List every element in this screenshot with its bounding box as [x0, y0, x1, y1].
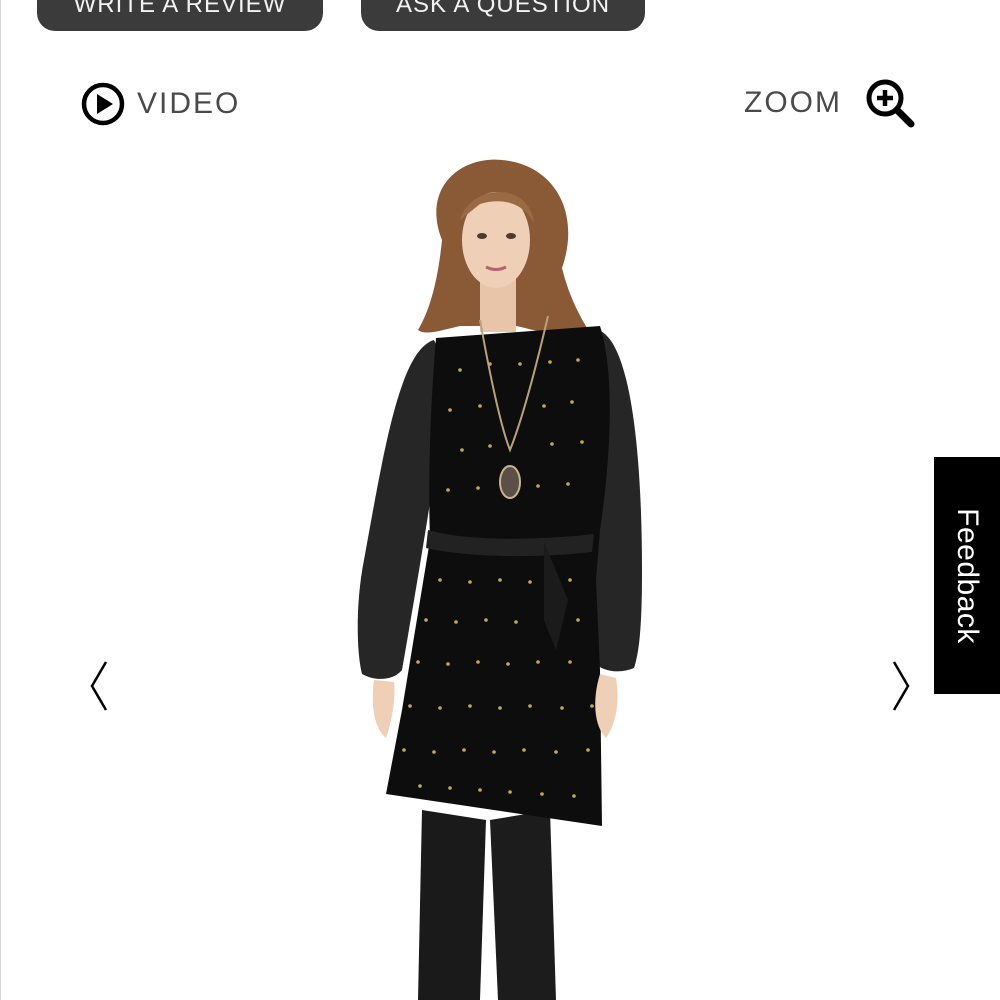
previous-image-button[interactable]	[86, 658, 112, 714]
zoom-in-icon	[864, 77, 916, 129]
chevron-right-icon	[888, 658, 914, 714]
ask-question-button[interactable]: ASK A QUESTION	[361, 0, 645, 31]
feedback-tab[interactable]: Feedback	[934, 457, 1000, 694]
video-button[interactable]: VIDEO	[81, 82, 240, 126]
zoom-label: ZOOM	[744, 86, 842, 119]
video-label: VIDEO	[137, 87, 241, 120]
ask-question-label: ASK A QUESTION	[395, 0, 611, 18]
chevron-left-icon	[86, 658, 112, 714]
product-page: WRITE A REVIEW ASK A QUESTION VIDEO ZOOM	[0, 0, 1000, 1000]
left-border	[0, 0, 1, 1000]
next-image-button[interactable]	[888, 658, 914, 714]
write-review-button[interactable]: WRITE A REVIEW	[37, 0, 323, 31]
feedback-label: Feedback	[951, 507, 984, 644]
product-photo[interactable]	[330, 150, 670, 1000]
write-review-label: WRITE A REVIEW	[73, 0, 287, 18]
play-circle-icon	[81, 82, 125, 126]
zoom-button[interactable]: ZOOM	[744, 78, 916, 128]
